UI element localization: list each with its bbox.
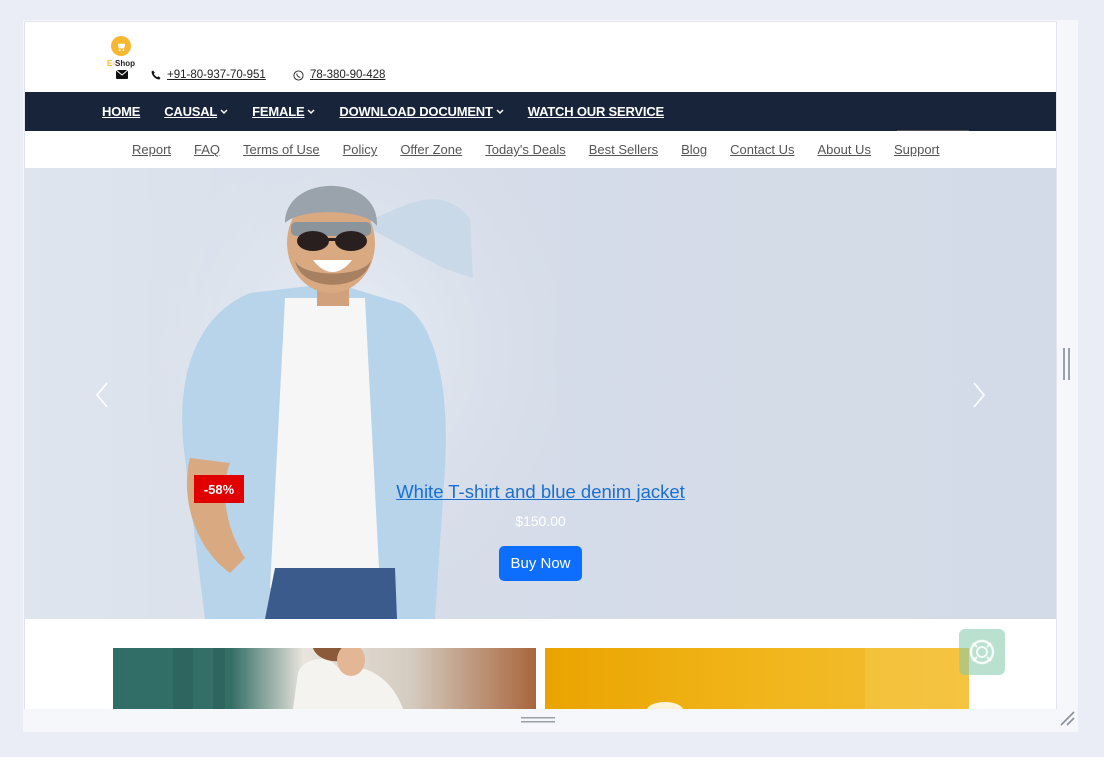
bottom-resize-handle-icon[interactable] (521, 717, 555, 723)
product-title-link[interactable]: White T-shirt and blue denim jacket (25, 481, 1056, 503)
hero-carousel: -58% White T-shirt and blue denim jacket… (25, 168, 1056, 619)
buy-now-button[interactable]: Buy Now (499, 546, 582, 581)
nav-items: HOME CAUSAL FEMALE DOWNLOAD DOCUMENT WAT… (102, 92, 688, 131)
link-policy[interactable]: Policy (343, 142, 378, 157)
nav-home[interactable]: HOME (102, 104, 140, 119)
link-terms[interactable]: Terms of Use (243, 142, 320, 157)
chevron-down-icon (496, 108, 504, 114)
chevron-left-icon[interactable] (93, 380, 113, 410)
whatsapp-icon (293, 69, 304, 81)
browser-frame: E-Shop +91-80-937-70-951 78-380-90-428 H… (23, 20, 1078, 732)
whatsapp-link[interactable]: 78-380-90-428 (310, 69, 385, 81)
envelope-icon[interactable] (116, 70, 128, 79)
product-price: $150.00 (515, 513, 566, 529)
link-offer-zone[interactable]: Offer Zone (400, 142, 462, 157)
nav-female[interactable]: FEMALE (252, 104, 315, 119)
chevron-down-icon (220, 108, 228, 114)
secondary-links-bar: Report FAQ Terms of Use Policy Offer Zon… (25, 131, 1056, 169)
nav-home-label: HOME (102, 104, 141, 119)
link-report[interactable]: Report (132, 142, 171, 157)
page-viewport: E-Shop +91-80-937-70-951 78-380-90-428 H… (24, 21, 1057, 709)
whatsapp-contact[interactable]: 78-380-90-428 (293, 69, 385, 81)
secondary-links: Report FAQ Terms of Use Policy Offer Zon… (132, 131, 963, 168)
chevron-down-icon (307, 108, 315, 114)
link-faq[interactable]: FAQ (194, 142, 220, 157)
nav-download-label: DOWNLOAD DOCUMENT (339, 104, 493, 119)
link-support[interactable]: Support (894, 142, 940, 157)
cart-logo-icon (111, 36, 131, 56)
product-card-yellow[interactable] (545, 648, 969, 709)
phone-icon (151, 70, 161, 80)
phone-link[interactable]: +91-80-937-70-951 (167, 69, 266, 81)
chat-widget-icon[interactable] (959, 629, 1005, 675)
chat-icon (969, 639, 995, 665)
chevron-right-icon[interactable] (968, 380, 988, 410)
nav-causal[interactable]: CAUSAL (164, 104, 228, 119)
link-blog[interactable]: Blog (681, 142, 707, 157)
link-todays-deals[interactable]: Today's Deals (485, 142, 566, 157)
product-card-image (647, 648, 969, 709)
link-best-sellers[interactable]: Best Sellers (589, 142, 658, 157)
nav-watch-label: WATCH OUR SERVICE (527, 104, 664, 119)
top-contact-bar: E-Shop +91-80-937-70-951 78-380-90-428 (25, 22, 1056, 92)
link-contact-us[interactable]: Contact Us (730, 142, 794, 157)
phone-contact[interactable]: +91-80-937-70-951 (151, 69, 266, 81)
nav-download-document[interactable]: DOWNLOAD DOCUMENT (339, 104, 504, 119)
main-navbar: HOME CAUSAL FEMALE DOWNLOAD DOCUMENT WAT… (25, 92, 1056, 131)
nav-causal-label: CAUSAL (164, 104, 218, 119)
logo[interactable]: E-Shop (105, 36, 137, 72)
resize-grip-icon[interactable] (1059, 710, 1075, 726)
product-card-image (173, 648, 403, 709)
hero-model-image (135, 168, 555, 619)
scroll-handle-icon[interactable] (1063, 348, 1071, 380)
nav-female-label: FEMALE (252, 104, 305, 119)
nav-watch-service[interactable]: WATCH OUR SERVICE (528, 104, 664, 119)
logo-text: E-Shop (107, 59, 135, 68)
product-card-women[interactable] (113, 648, 536, 709)
link-about-us[interactable]: About Us (817, 142, 870, 157)
